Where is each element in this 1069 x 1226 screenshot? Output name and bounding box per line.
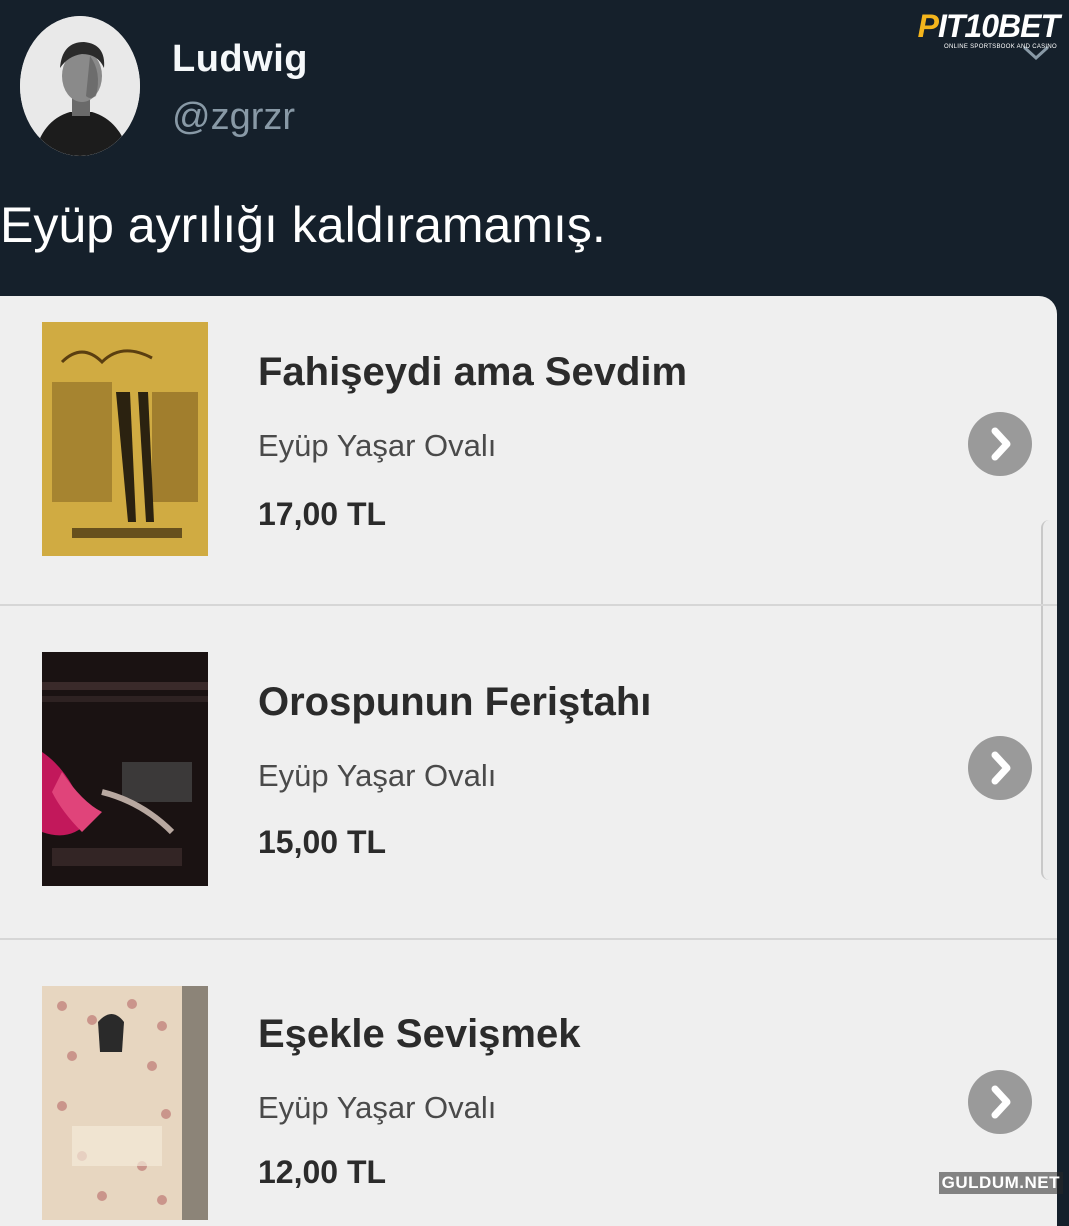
book-cover-image [42,652,208,886]
book-price: 17,00 TL [258,496,387,532]
list-item[interactable]: Fahişeydi ama Sevdim Eyüp Yaşar Ovalı 17… [0,296,1057,626]
chevron-right-icon [991,751,1011,785]
book-cover [42,652,208,886]
book-title[interactable]: Orospunun Feriştahı [258,680,651,725]
chevron-right-icon [991,1085,1011,1119]
list-item[interactable]: Eşekle Sevişmek Eyüp Yaşar Ovalı 12,00 T… [0,942,1057,1226]
book-cover-image [42,322,208,556]
book-title[interactable]: Fahişeydi ama Sevdim [258,350,687,395]
brand-logo-text: PIT10BET [917,8,1060,45]
book-author: Eyüp Yaşar Ovalı [258,758,497,793]
brand-logo: PIT10BET ONLINE SPORTSBOOK AND CASINO [903,2,1063,60]
chevron-right-button[interactable] [968,736,1032,800]
user-name[interactable]: Ludwig [172,38,308,81]
avatar-image [20,16,140,156]
book-author: Eyüp Yaşar Ovalı [258,1090,497,1125]
tweet-text: Eyüp ayrılığı kaldıramamış. [0,197,606,253]
chevron-right-button[interactable] [968,1070,1032,1134]
book-cover [42,322,208,556]
book-cover [42,986,208,1220]
site-watermark: GULDUM.NET [938,1172,1063,1194]
list-divider [0,938,1057,940]
avatar[interactable] [20,16,140,156]
list-item[interactable]: Orospunun Feriştahı Eyüp Yaşar Ovalı 15,… [0,606,1057,936]
book-title[interactable]: Eşekle Sevişmek [258,1012,580,1057]
book-cover-image [42,986,208,1220]
brand-logo-mark: P [917,8,939,44]
book-author: Eyüp Yaşar Ovalı [258,428,497,463]
user-handle[interactable]: @zgrzr [172,96,295,139]
book-list-card: Fahişeydi ama Sevdim Eyüp Yaşar Ovalı 17… [0,296,1057,1226]
book-price: 12,00 TL [258,1154,387,1190]
brand-logo-rest: IT10BET [937,8,1060,44]
chevron-right-icon [991,427,1011,461]
book-price: 15,00 TL [258,824,387,860]
brand-logo-tagline: ONLINE SPORTSBOOK AND CASINO [944,44,1057,50]
chevron-right-button[interactable] [968,412,1032,476]
